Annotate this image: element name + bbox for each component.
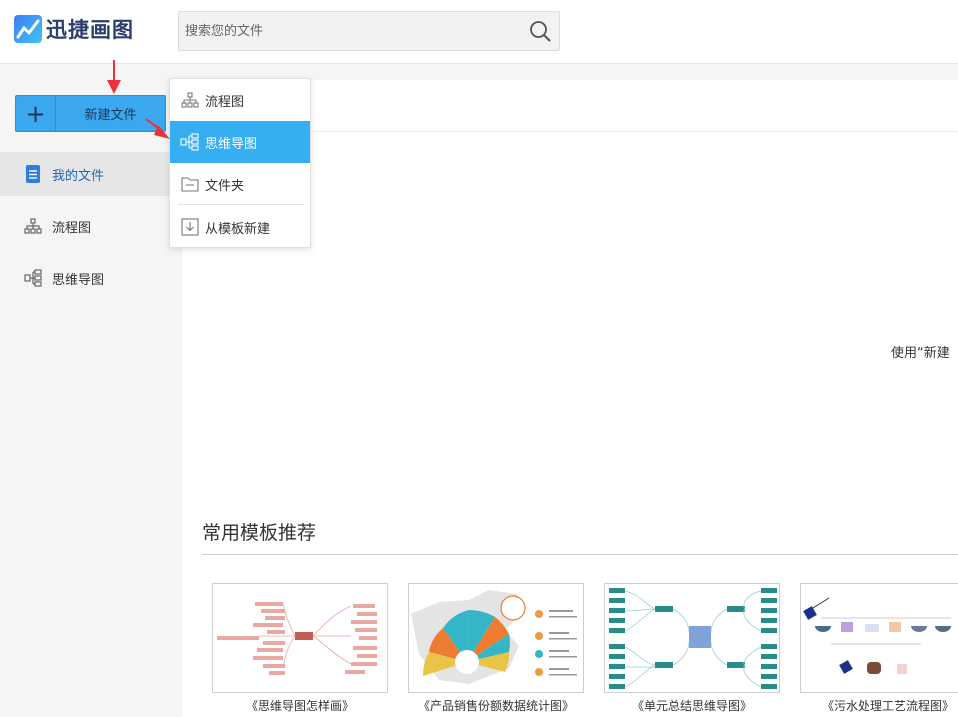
dropdown-item-label: 思维导图: [205, 136, 258, 152]
dropdown-item-mindmap[interactable]: 思维导图: [170, 121, 310, 163]
sidebar-item-label: 流程图: [52, 220, 92, 236]
new-file-dropdown: 流程图 思维导图 文件夹 从模板新建: [169, 78, 311, 248]
mindmap-icon: [180, 132, 200, 152]
dropdown-item-flowchart[interactable]: 流程图: [170, 79, 310, 121]
search-icon[interactable]: [529, 20, 551, 42]
annotation-arrow-right-icon: [145, 118, 170, 139]
templates-title: 常用模板推荐: [202, 522, 317, 544]
dropdown-item-label: 文件夹: [205, 178, 245, 194]
dropdown-item-label: 流程图: [205, 94, 245, 110]
dropdown-divider: [178, 204, 304, 205]
template-card[interactable]: 《污水处理工艺流程图》: [800, 583, 958, 714]
sidebar-item-label: 我的文件: [52, 168, 105, 184]
sidebar-item-mindmap[interactable]: 思维导图: [0, 256, 182, 300]
sidebar: + 新建文件 我的文件 流程图 思维导图: [0, 64, 182, 717]
folder-icon: [180, 174, 200, 194]
annotation-arrow-down-icon: [107, 60, 121, 94]
empty-hint-text: 使用“新建: [891, 346, 950, 361]
sidebar-item-flowchart[interactable]: 流程图: [0, 204, 182, 248]
template-thumbnail-mindmap[interactable]: [212, 583, 388, 693]
app-name: 迅捷画图: [46, 18, 134, 42]
sidebar-item-my-files[interactable]: 我的文件: [0, 152, 182, 196]
plus-icon: +: [16, 96, 56, 131]
template-card[interactable]: 《产品销售份额数据统计图》: [408, 583, 584, 714]
chart-line-icon: [14, 15, 42, 43]
dropdown-item-label: 从模板新建: [205, 221, 271, 237]
template-card[interactable]: 《思维导图怎样画》: [212, 583, 388, 714]
flowchart-icon: [180, 90, 200, 110]
mindmap-icon: [24, 269, 42, 287]
template-caption[interactable]: 《污水处理工艺流程图》: [800, 697, 958, 714]
template-card[interactable]: 《单元总结思维导图》: [604, 583, 780, 714]
template-caption[interactable]: 《产品销售份额数据统计图》: [408, 697, 584, 714]
template-caption[interactable]: 《单元总结思维导图》: [604, 697, 780, 714]
top-bar: 迅捷画图: [0, 0, 958, 64]
template-thumbnail-process[interactable]: [800, 583, 958, 693]
app-logo[interactable]: 迅捷画图: [14, 14, 134, 44]
template-thumbnail-chart[interactable]: [408, 583, 584, 693]
divider: [202, 554, 958, 555]
template-thumbnail-summary[interactable]: [604, 583, 780, 693]
sidebar-item-label: 思维导图: [52, 272, 105, 288]
template-caption[interactable]: 《思维导图怎样画》: [212, 697, 388, 714]
template-import-icon: [180, 217, 200, 237]
search-box: [178, 11, 560, 51]
search-input[interactable]: [179, 12, 519, 50]
dropdown-item-folder[interactable]: 文件夹: [170, 163, 310, 205]
document-icon: [24, 165, 42, 183]
flowchart-icon: [24, 217, 42, 235]
dropdown-item-from-template[interactable]: 从模板新建: [170, 206, 310, 248]
